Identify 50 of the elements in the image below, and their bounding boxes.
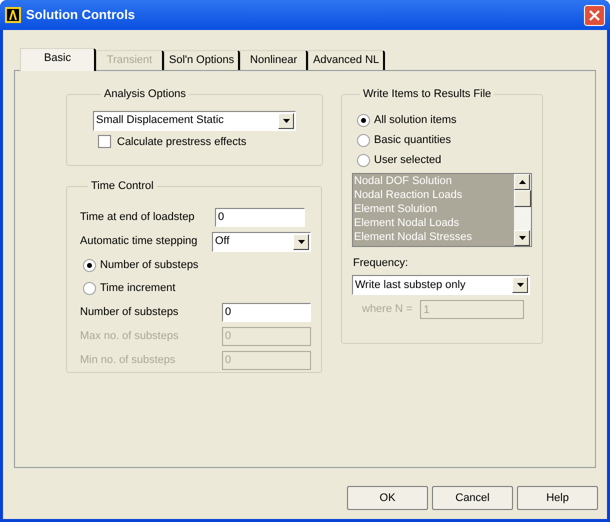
dialog-button[interactable]: OK <box>347 486 428 510</box>
close-icon <box>589 10 600 20</box>
tab[interactable]: Sol'n Options <box>164 50 240 70</box>
down-arrow-icon <box>282 118 290 122</box>
dialog-button[interactable]: Help <box>517 486 598 510</box>
checkbox-label: Calculate prestress effects <box>117 134 246 150</box>
down-arrow-icon <box>516 283 524 287</box>
dropdown[interactable]: Write last substep only <box>352 275 530 295</box>
tab[interactable]: Nonlinear <box>240 50 308 70</box>
field-label: Time at end of loadstep <box>80 210 196 225</box>
close-button[interactable] <box>584 4 605 26</box>
scroll-thumb[interactable] <box>514 190 531 206</box>
dropdown-button[interactable] <box>293 234 309 250</box>
radio-button[interactable] <box>357 134 370 147</box>
down-arrow-icon <box>518 236 526 240</box>
down-arrow-icon <box>298 240 304 244</box>
radio-button[interactable] <box>83 259 96 272</box>
tab[interactable]: Basic <box>20 48 96 71</box>
checkbox[interactable] <box>98 135 111 148</box>
radio-button[interactable] <box>83 282 96 295</box>
radio-button[interactable] <box>357 154 370 167</box>
field-label: where N = <box>362 302 412 318</box>
app-logo-icon <box>5 7 21 23</box>
radio-label: Time increment <box>100 281 176 296</box>
radio-label: Basic quantities <box>374 133 452 148</box>
radio-label: Number of substeps <box>100 258 198 274</box>
dialog-button[interactable]: Cancel <box>432 486 513 510</box>
field-label: Max no. of substeps <box>80 328 180 344</box>
input-field[interactable]: 0 <box>222 302 311 322</box>
frequency-label: Frequency: <box>353 256 410 270</box>
dropdown[interactable]: Small Displacement Static <box>93 110 296 130</box>
radio-button[interactable] <box>357 114 370 127</box>
up-arrow-icon <box>518 180 526 184</box>
group-title: Write Items to Results File <box>362 87 492 102</box>
group-title: Analysis Options <box>103 87 187 102</box>
dropdown[interactable]: Off <box>212 232 311 252</box>
scroll-up-button[interactable] <box>514 174 530 190</box>
dropdown-button[interactable] <box>512 277 528 293</box>
radio-label: All solution items <box>374 113 457 128</box>
field-label: Number of substeps <box>80 304 180 320</box>
group-title: Time Control <box>90 179 155 194</box>
radio-label: User selected <box>374 153 442 168</box>
field-label: Min no. of substeps <box>80 352 176 368</box>
dropdown-button[interactable] <box>278 112 294 128</box>
window-title: Solution Controls <box>26 6 136 24</box>
input-field[interactable]: 0 <box>215 208 305 226</box>
tab[interactable]: Advanced NL <box>308 50 386 70</box>
scrollbar[interactable] <box>514 174 531 246</box>
scroll-down-button[interactable] <box>514 230 530 246</box>
field-label: Automatic time stepping <box>80 234 198 250</box>
